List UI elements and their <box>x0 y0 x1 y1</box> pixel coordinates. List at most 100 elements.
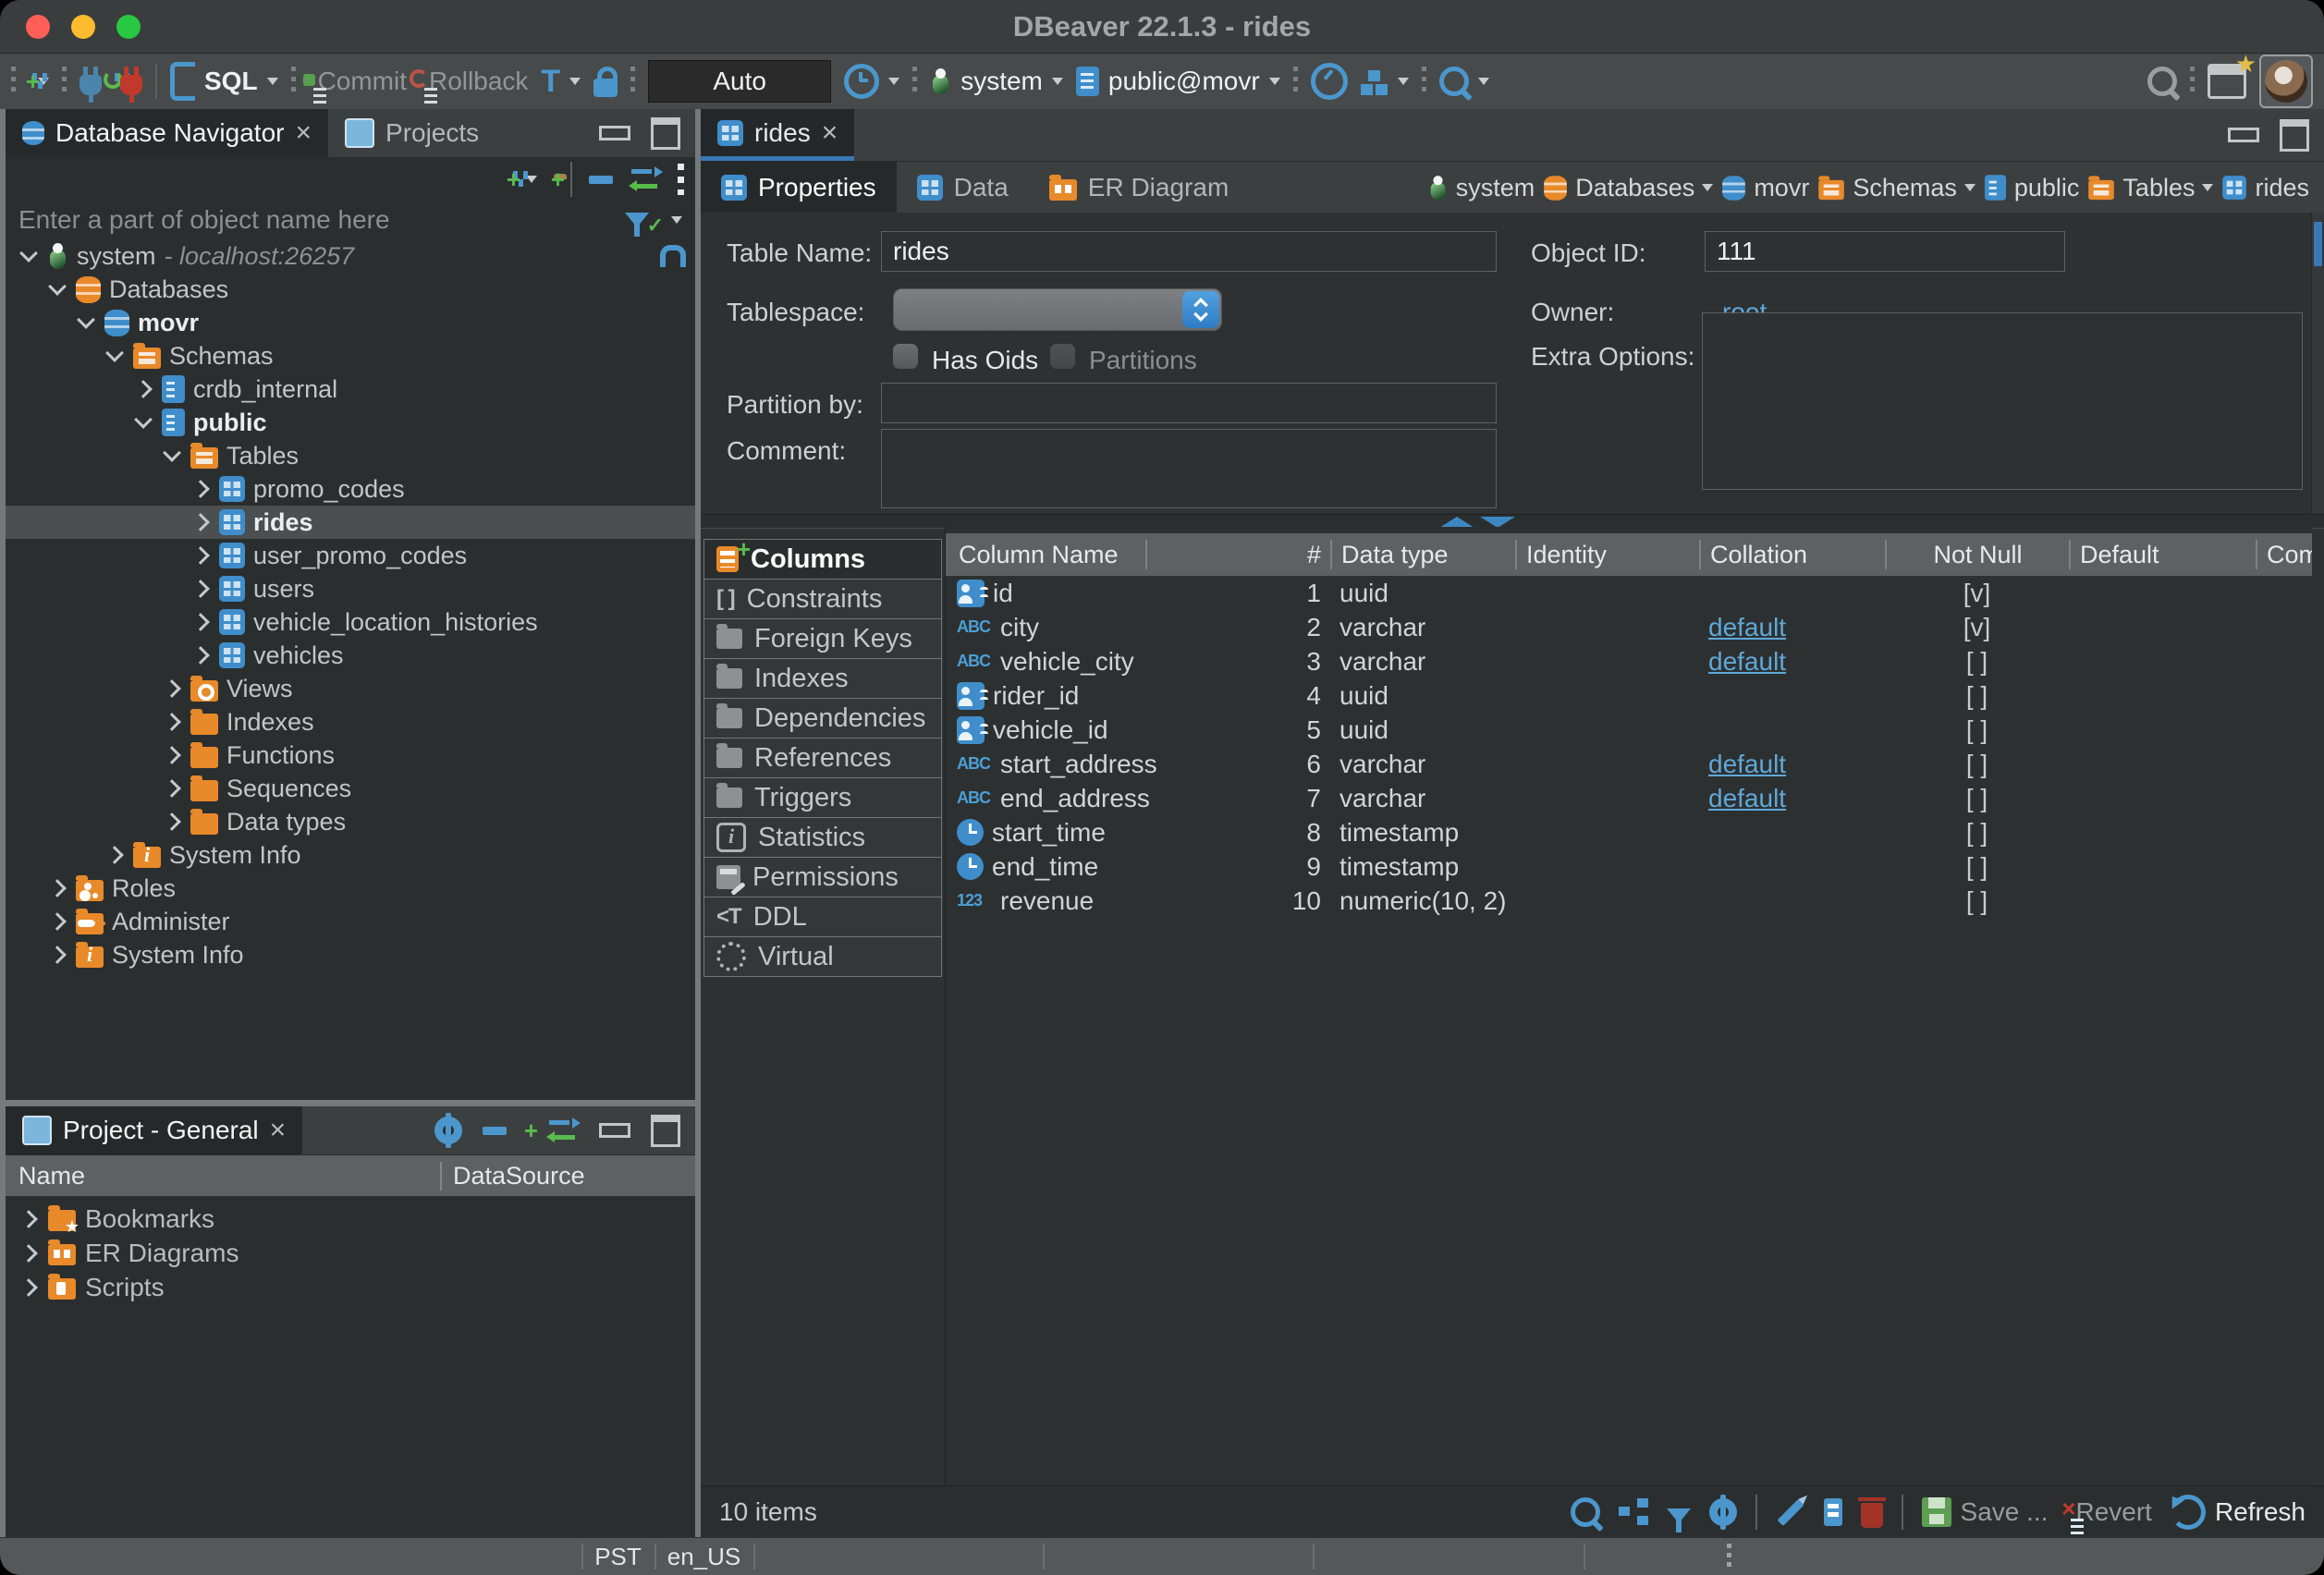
breadcrumb-item-tables[interactable]: Tables <box>2087 174 2213 202</box>
column-header-datasource[interactable]: DataSource <box>440 1162 695 1190</box>
search-button[interactable] <box>1439 67 1489 96</box>
zoom-window-button[interactable] <box>116 15 141 39</box>
quick-search-icon[interactable] <box>2147 67 2177 96</box>
lock-icon[interactable] <box>593 79 618 97</box>
tree-item-functions[interactable]: Functions <box>6 739 695 772</box>
form-scrollbar[interactable] <box>2311 213 2324 515</box>
table-row-id[interactable]: id1uuid[v] <box>946 576 2312 610</box>
chevron-right-icon[interactable] <box>19 1210 38 1228</box>
collation-default-link[interactable]: default <box>1708 647 1786 676</box>
breadcrumb-item-schemas[interactable]: Schemas <box>1817 174 1975 202</box>
table-row-city[interactable]: ABCcity2varchardefault[v] <box>946 610 2312 644</box>
chevron-right-icon[interactable] <box>163 713 181 731</box>
subtab-er-diagram[interactable]: ER Diagram <box>1029 162 1249 214</box>
partition-by-input[interactable] <box>881 383 1497 423</box>
column-header-name[interactable]: Name <box>6 1162 440 1190</box>
chevron-down-icon[interactable] <box>48 277 67 296</box>
dashboard-gauge-icon[interactable] <box>1311 63 1348 100</box>
tree-item-rides[interactable]: rides <box>6 506 695 539</box>
tree-item-databases[interactable]: Databases <box>6 273 695 306</box>
breadcrumb-item-movr[interactable]: movr <box>1721 174 1809 202</box>
side-tab-foreign-keys[interactable]: Foreign Keys <box>703 618 942 659</box>
chevron-down-icon[interactable] <box>1702 184 1713 191</box>
tree-item-system-info[interactable]: System Info <box>6 838 695 872</box>
filter-settings-button[interactable]: ✓ <box>625 202 682 238</box>
tree-item-views[interactable]: Views <box>6 672 695 705</box>
object-filter-input[interactable]: Enter a part of object name here <box>18 205 390 235</box>
side-tab-indexes[interactable]: Indexes <box>703 658 942 699</box>
refresh-button[interactable]: Refresh <box>2171 1495 2306 1530</box>
horizontal-sash[interactable] <box>6 1100 695 1106</box>
tablespace-select[interactable] <box>893 288 1222 331</box>
tasks-button[interactable] <box>1361 67 1409 95</box>
transaction-history-button[interactable] <box>844 64 899 99</box>
chevron-right-icon[interactable] <box>48 912 67 931</box>
close-tab-icon[interactable]: × <box>822 119 838 147</box>
chevron-down-icon[interactable] <box>1478 78 1489 85</box>
table-name-input[interactable]: rides <box>881 231 1497 272</box>
edit-pencil-icon[interactable] <box>1777 1499 1804 1526</box>
chevron-right-icon[interactable] <box>191 646 210 665</box>
chevron-down-icon[interactable] <box>888 78 899 85</box>
chevron-down-icon[interactable] <box>1964 184 1975 191</box>
tree-item-vehicle-location-histories[interactable]: vehicle_location_histories <box>6 605 695 639</box>
collapse-all-icon[interactable] <box>589 176 613 184</box>
grid-settings-icon[interactable] <box>1709 1498 1737 1526</box>
column-header-data-type[interactable]: Data type <box>1330 540 1515 569</box>
tree-item-administer[interactable]: Administer <box>6 905 695 938</box>
maximize-panel-icon[interactable] <box>2280 119 2309 152</box>
tree-item-public[interactable]: public <box>6 406 695 439</box>
has-oids-checkbox[interactable] <box>893 344 918 369</box>
subtab-properties[interactable]: Properties <box>701 162 897 214</box>
column-header-[interactable]: # <box>1145 540 1330 569</box>
scroll-thumb[interactable] <box>2314 222 2322 266</box>
chevron-right-icon[interactable] <box>19 1278 38 1297</box>
partitions-checkbox[interactable] <box>1050 344 1075 369</box>
maximize-panel-icon[interactable] <box>651 117 680 150</box>
chevron-down-icon[interactable] <box>526 176 537 183</box>
side-tab-columns[interactable]: Columns <box>703 539 942 580</box>
close-tab-icon[interactable]: × <box>270 1117 287 1144</box>
tree-item-users[interactable]: users <box>6 572 695 605</box>
breadcrumb-item-public[interactable]: public <box>1984 174 2080 202</box>
link-with-editor-icon[interactable] <box>547 1118 579 1142</box>
chevron-right-icon[interactable] <box>191 546 210 565</box>
tree-item-sequences[interactable]: Sequences <box>6 772 695 805</box>
chevron-down-icon[interactable] <box>163 444 181 462</box>
minimize-window-button[interactable] <box>71 15 95 39</box>
side-tab-permissions[interactable]: Permissions <box>703 857 942 897</box>
table-row-vehicle-city[interactable]: ABCvehicle_city3varchardefault[ ] <box>946 644 2312 678</box>
save-button[interactable]: Save ... <box>1922 1497 2049 1527</box>
chevron-down-icon[interactable] <box>267 78 278 85</box>
minimize-panel-icon[interactable] <box>599 1123 630 1138</box>
table-row-vehicle-id[interactable]: vehicle_id5uuid[ ] <box>946 713 2312 747</box>
side-tab-virtual[interactable]: Virtual <box>703 936 942 977</box>
chevron-right-icon[interactable] <box>163 746 181 764</box>
collapse-all-icon[interactable] <box>483 1127 507 1135</box>
column-header-identity[interactable]: Identity <box>1515 540 1699 569</box>
view-menu-icon[interactable] <box>678 164 684 195</box>
table-row-end-time[interactable]: end_time9timestamp[ ] <box>946 849 2312 884</box>
commit-mode-select[interactable]: Auto <box>648 60 831 103</box>
chevron-right-icon[interactable] <box>105 846 124 864</box>
subtab-data[interactable]: Data <box>897 162 1029 214</box>
chevron-right-icon[interactable] <box>163 679 181 698</box>
chevron-right-icon[interactable] <box>191 480 210 498</box>
collation-default-link[interactable]: default <box>1708 750 1786 778</box>
chevron-down-icon[interactable] <box>1269 78 1280 85</box>
statusbar-grip[interactable] <box>1727 1544 1731 1569</box>
add-column-icon[interactable] <box>1824 1498 1842 1526</box>
tab-projects[interactable]: Projects <box>328 109 495 157</box>
dbeaver-profile-button[interactable] <box>2259 55 2313 108</box>
disconnect-icon[interactable] <box>120 75 142 95</box>
tree-item-system[interactable]: system - localhost:26257 <box>6 239 695 273</box>
new-connection-button[interactable]: + <box>29 78 49 85</box>
side-tab-dependencies[interactable]: Dependencies <box>703 698 942 739</box>
side-tab-references[interactable]: References <box>703 738 942 778</box>
commit-button[interactable]: Commit <box>309 67 407 96</box>
chevron-right-icon[interactable] <box>163 779 181 798</box>
active-connection-select[interactable]: system <box>930 67 1063 96</box>
tree-item-movr[interactable]: movr <box>6 306 695 339</box>
close-tab-icon[interactable]: × <box>295 119 312 147</box>
chevron-down-icon[interactable] <box>134 410 153 429</box>
